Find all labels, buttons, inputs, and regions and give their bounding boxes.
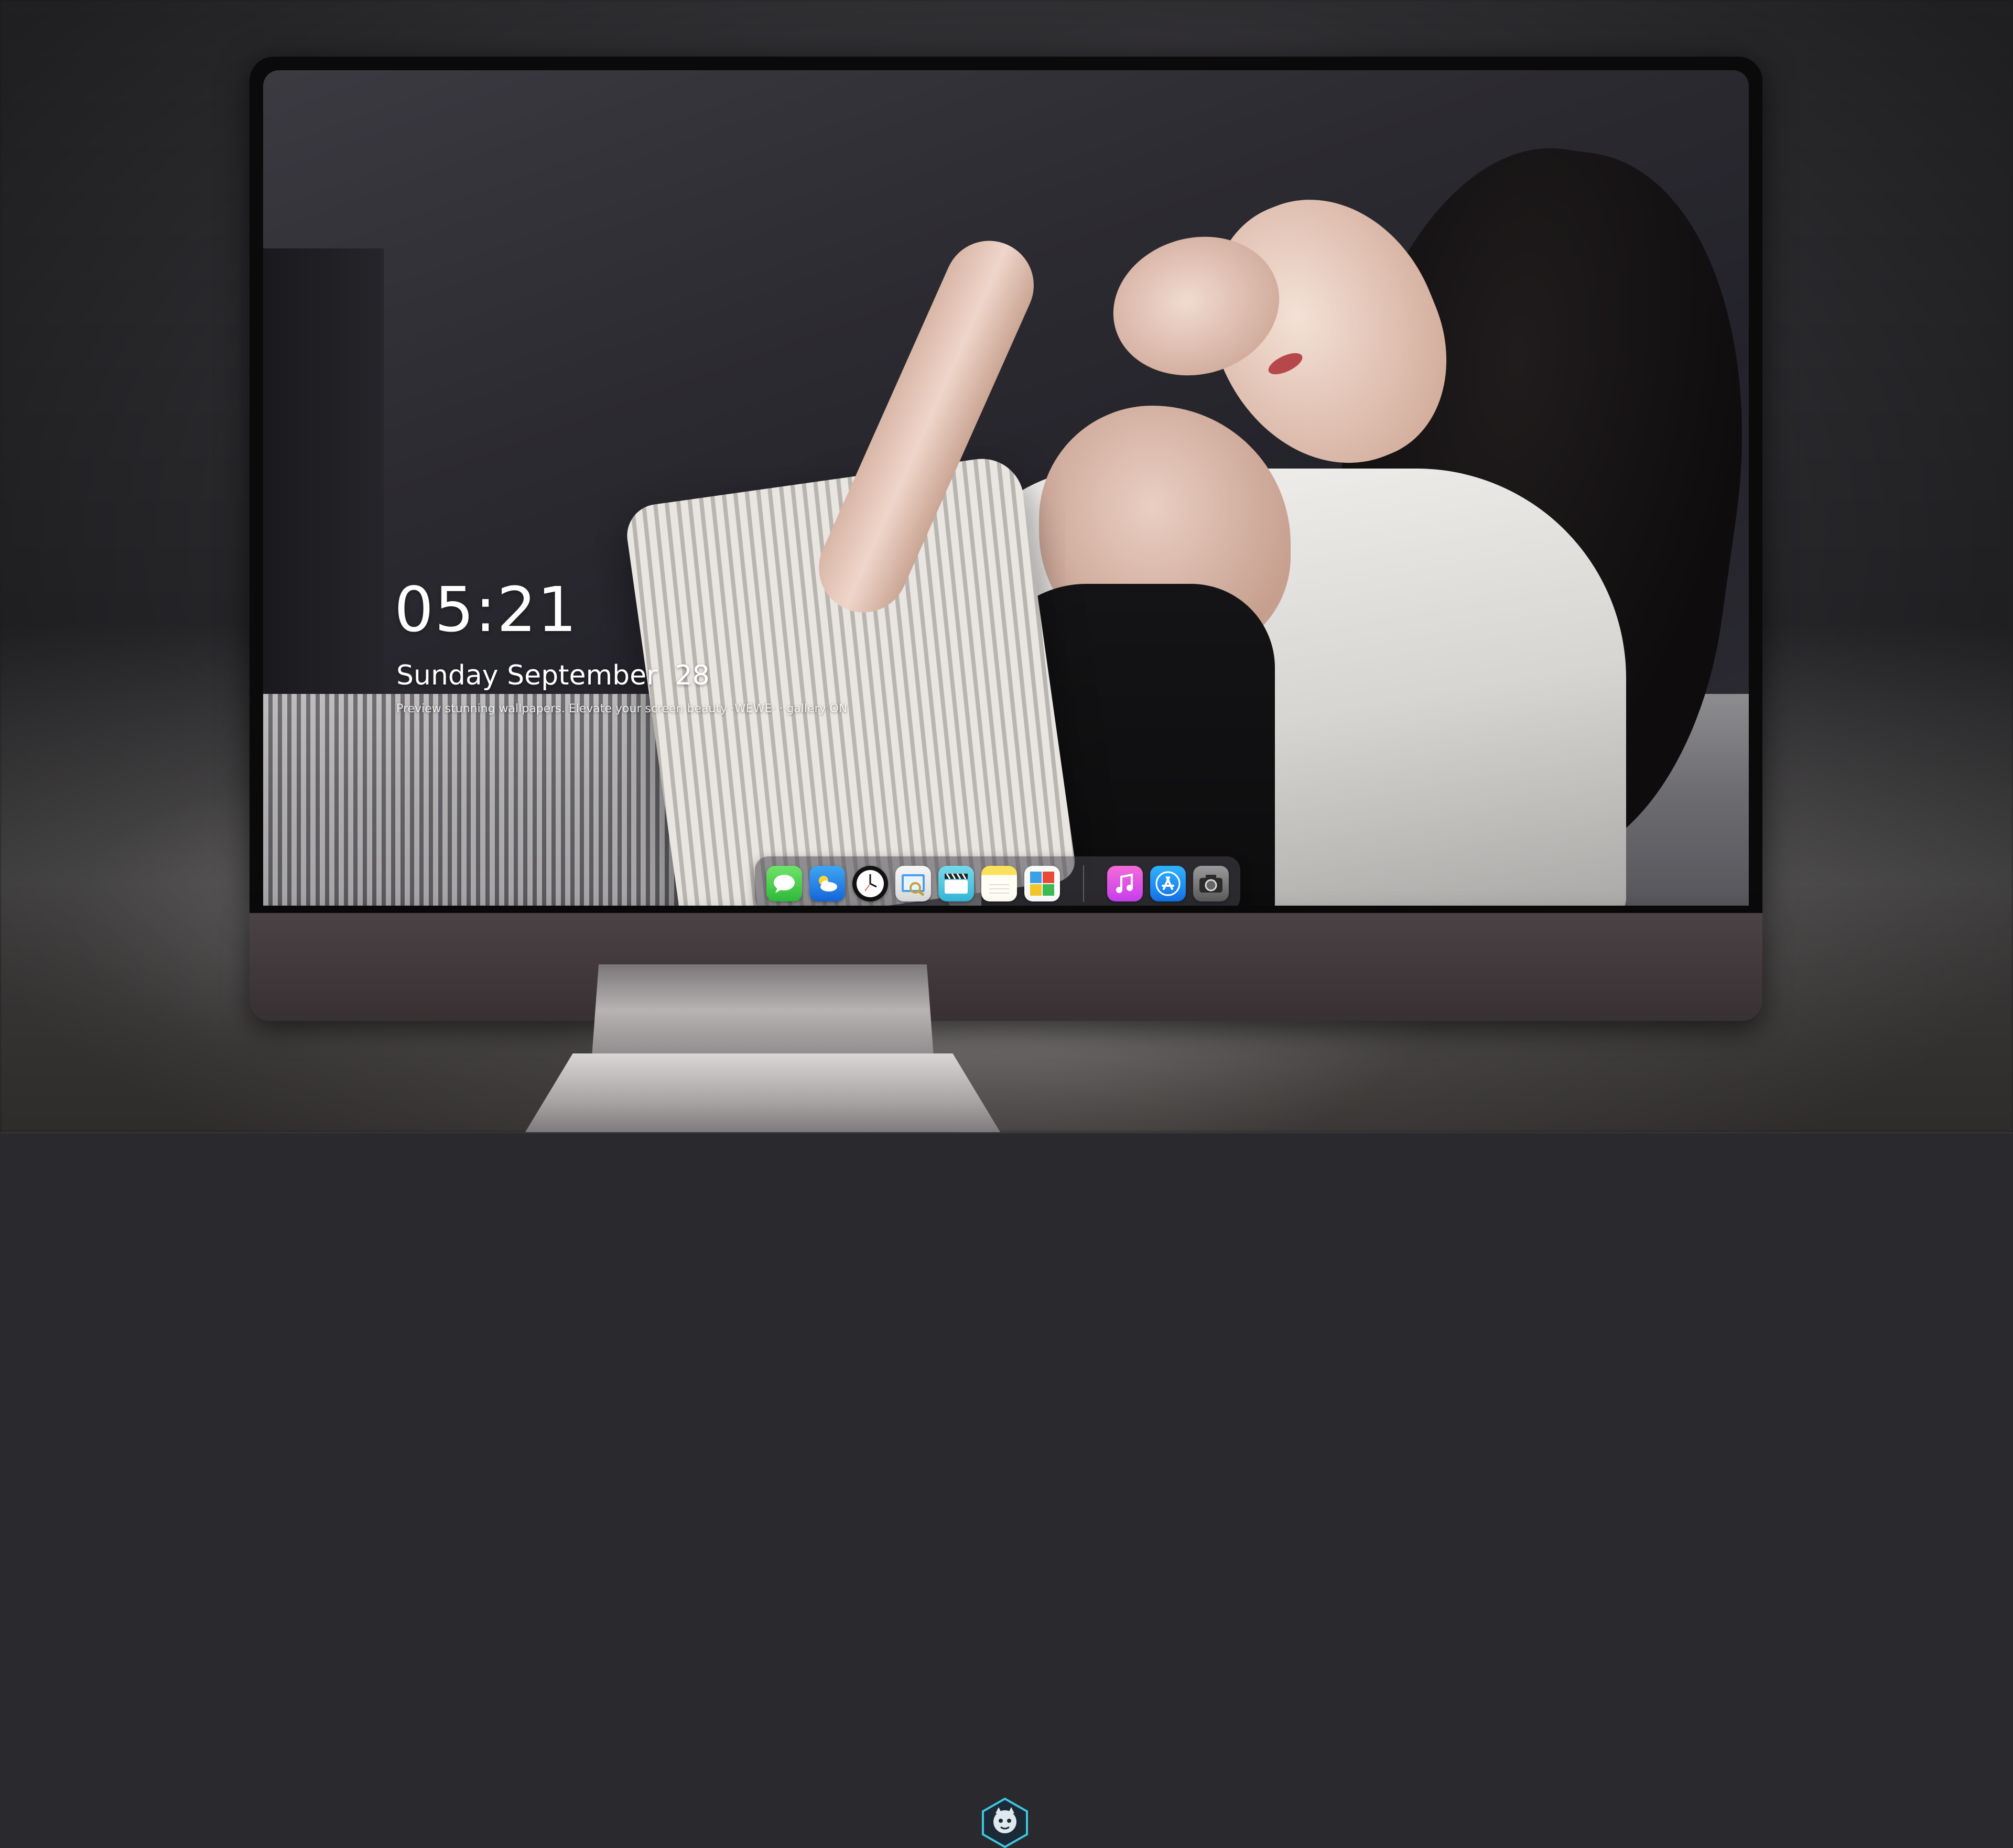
lockscreen-date: Sunday September 28 bbox=[396, 660, 710, 691]
dock-separator bbox=[1083, 865, 1084, 902]
lockscreen-time: 05:21 bbox=[394, 573, 578, 646]
monitor-stand-neck bbox=[592, 964, 934, 1057]
brand-logo-icon bbox=[980, 1798, 1030, 1848]
preview-icon[interactable] bbox=[895, 866, 931, 901]
monitor-stand-base bbox=[525, 1053, 1000, 1132]
lockscreen-tagline: Preview stunning wallpapers. Elevate you… bbox=[396, 702, 847, 715]
music-icon[interactable] bbox=[1107, 866, 1143, 901]
dock bbox=[755, 856, 1240, 906]
weather-icon[interactable] bbox=[809, 866, 845, 901]
app-store-icon[interactable] bbox=[1150, 866, 1186, 901]
monitor-chin bbox=[250, 913, 1762, 1021]
screen[interactable]: 05:21 Sunday September 28 Preview stunni… bbox=[263, 70, 1749, 906]
clapperboard-icon[interactable] bbox=[938, 866, 974, 901]
wallpaper-striped-sheet bbox=[263, 694, 693, 906]
wallpaper-wall-shadow bbox=[263, 248, 384, 720]
clock-icon[interactable] bbox=[852, 866, 888, 901]
messages-icon[interactable] bbox=[766, 866, 802, 901]
camera-icon[interactable] bbox=[1193, 866, 1229, 901]
monitor: 05:21 Sunday September 28 Preview stunni… bbox=[250, 57, 1762, 1021]
notes-icon[interactable] bbox=[981, 866, 1017, 901]
monitor-bezel: 05:21 Sunday September 28 Preview stunni… bbox=[250, 57, 1762, 913]
calculator-icon[interactable] bbox=[1024, 866, 1060, 901]
